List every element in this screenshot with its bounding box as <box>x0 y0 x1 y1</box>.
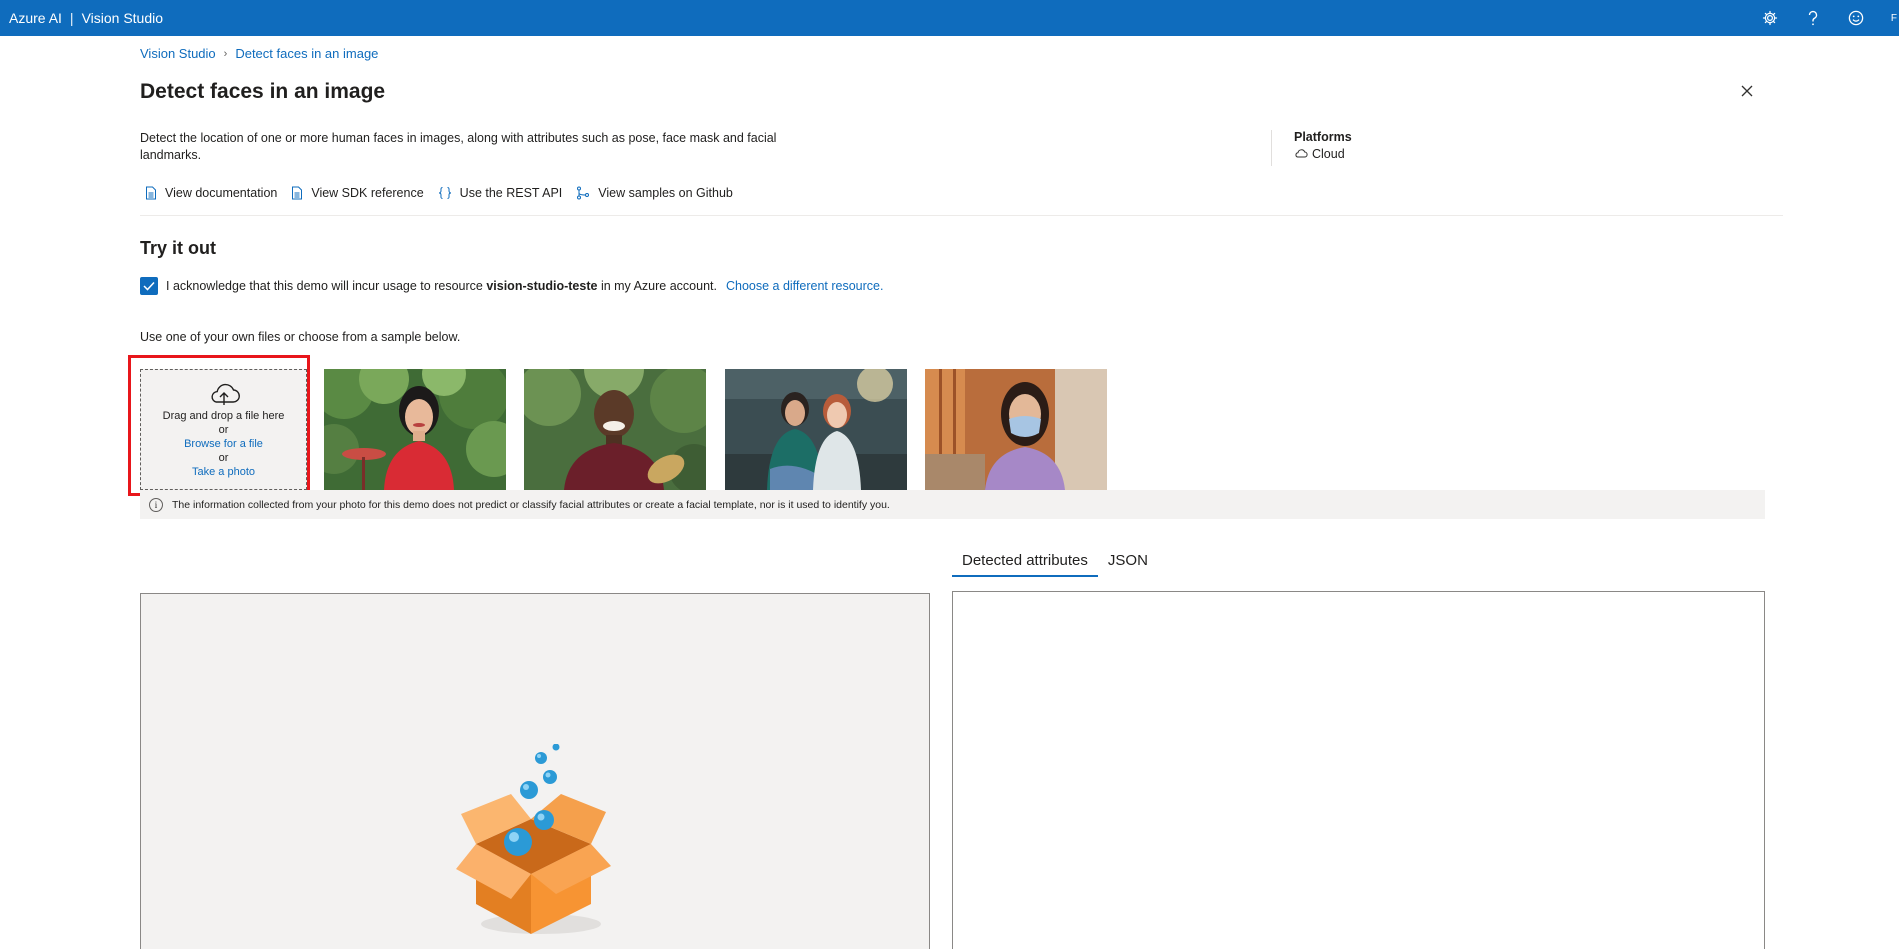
app-brand[interactable]: Azure AI | Vision Studio <box>0 10 163 26</box>
use-rest-api-link[interactable]: Use the REST API <box>438 186 563 200</box>
breadcrumb: Vision Studio › Detect faces in an image <box>140 46 378 61</box>
view-samples-github-link[interactable]: View samples on Github <box>576 186 733 200</box>
privacy-info-text: The information collected from your phot… <box>172 498 890 511</box>
tab-json[interactable]: JSON <box>1098 548 1158 577</box>
section-divider <box>140 215 1783 216</box>
or-text: or <box>218 423 229 436</box>
acknowledge-checkbox[interactable] <box>140 277 158 295</box>
breadcrumb-detect-faces[interactable]: Detect faces in an image <box>235 46 378 61</box>
gear-icon[interactable] <box>1748 0 1791 36</box>
help-icon[interactable] <box>1791 0 1834 36</box>
image-preview-panel <box>140 593 930 949</box>
checkmark-icon <box>143 281 155 291</box>
upload-dropzone[interactable]: Drag and drop a file here or Browse for … <box>140 369 307 490</box>
results-tabs: Detected attributes JSON <box>952 548 1158 577</box>
browse-file-link[interactable]: Browse for a file <box>184 437 263 451</box>
brand-separator: | <box>69 10 74 26</box>
page-description: Detect the location of one or more human… <box>140 131 777 162</box>
resource-links: View documentation View SDK reference Us… <box>145 186 733 200</box>
braces-icon <box>438 186 452 200</box>
platform-cloud: Cloud <box>1294 147 1352 161</box>
breadcrumb-vision-studio[interactable]: Vision Studio <box>140 46 216 61</box>
use-rest-api-label: Use the REST API <box>459 186 563 200</box>
document-icon <box>291 186 303 200</box>
acknowledge-text: I acknowledge that this demo will incur … <box>166 279 483 293</box>
view-samples-github-label: View samples on Github <box>598 186 733 200</box>
top-bar: Azure AI | Vision Studio F <box>0 0 1899 36</box>
choose-different-resource-link[interactable]: Choose a different resource. <box>726 279 884 293</box>
brand-name: Azure AI <box>9 10 62 26</box>
privacy-info-bar: i The information collected from your ph… <box>140 490 1765 519</box>
platforms-panel: Platforms Cloud <box>1271 130 1352 166</box>
document-icon <box>145 186 157 200</box>
view-sdk-reference-link[interactable]: View SDK reference <box>291 186 424 200</box>
acknowledge-row: I acknowledge that this demo will incur … <box>140 277 883 295</box>
platform-label: Cloud <box>1312 147 1345 161</box>
sample-two-women-office[interactable] <box>725 369 907 490</box>
page-title: Detect faces in an image <box>140 80 386 103</box>
sample-man-smiling[interactable] <box>524 369 706 490</box>
take-photo-link[interactable]: Take a photo <box>192 465 255 479</box>
close-icon[interactable] <box>1740 84 1760 104</box>
tab-detected-attributes[interactable]: Detected attributes <box>952 548 1098 577</box>
detected-attributes-panel <box>952 591 1765 949</box>
cloud-icon <box>1294 147 1308 161</box>
branch-icon <box>576 186 590 200</box>
product-name: Vision Studio <box>81 10 164 26</box>
info-icon: i <box>149 497 163 512</box>
or-text: or <box>218 451 229 464</box>
feedback-smiley-icon[interactable] <box>1834 0 1877 36</box>
cloud-upload-icon <box>210 383 240 405</box>
empty-box-illustration <box>451 743 621 949</box>
chevron-right-icon: › <box>223 47 228 60</box>
user-avatar[interactable]: F <box>1877 0 1899 36</box>
view-documentation-label: View documentation <box>165 186 278 200</box>
try-it-out-title: Try it out <box>140 238 216 258</box>
sample-woman-face-mask[interactable] <box>925 369 1107 490</box>
platforms-title: Platforms <box>1294 130 1352 144</box>
view-sdk-reference-label: View SDK reference <box>311 186 424 200</box>
sample-woman-red-dress[interactable] <box>324 369 506 490</box>
drag-drop-text: Drag and drop a file here <box>162 409 285 422</box>
resource-name: vision-studio-teste <box>486 279 598 293</box>
acknowledge-suffix: in my Azure account. <box>600 279 717 293</box>
sample-hint: Use one of your own files or choose from… <box>140 330 461 344</box>
view-documentation-link[interactable]: View documentation <box>145 186 277 200</box>
